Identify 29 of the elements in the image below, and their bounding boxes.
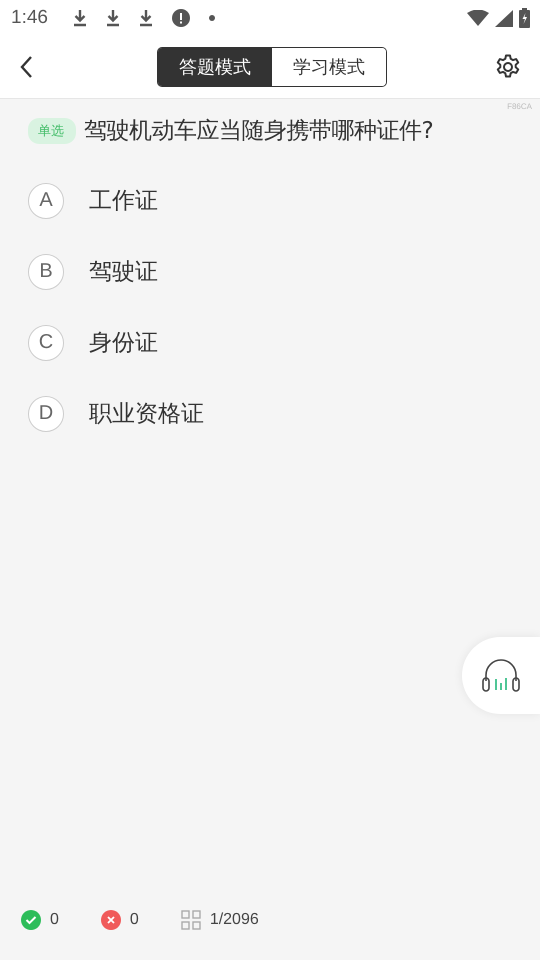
option-text[interactable]: 职业资格证 [89,398,204,429]
wrong-count: 0 [130,911,139,929]
status-time: 1:46 [11,7,48,29]
correct-count: 0 [50,911,59,929]
battery-icon [519,8,530,28]
back-icon[interactable] [19,55,33,79]
option-text[interactable]: 驾驶证 [89,256,158,287]
option-text[interactable]: 工作证 [89,185,158,216]
option-letter[interactable]: A [28,182,64,218]
settings-icon[interactable] [495,54,521,80]
question-text: 驾驶机动车应当随身携带哪种证件? [84,117,434,146]
option-letter[interactable]: C [28,324,64,360]
question-type-tag: 单选 [28,118,76,144]
option-letter[interactable]: D [28,396,64,432]
download-icon [106,9,120,27]
dot-icon [208,15,215,21]
download-icon [72,9,87,27]
wrong-icon [100,910,121,930]
question-code: F86CA [506,102,532,111]
headphones-icon [481,658,521,692]
wifi-icon [467,10,489,26]
option-letter[interactable]: B [28,254,64,290]
correct-icon [21,910,41,930]
audio-button[interactable] [462,637,540,714]
mode-tab[interactable]: 答题模式 [158,48,272,86]
alert-icon [172,9,190,27]
option-text[interactable]: 身份证 [89,327,158,358]
signal-icon [495,10,513,26]
download-icon [138,9,153,27]
